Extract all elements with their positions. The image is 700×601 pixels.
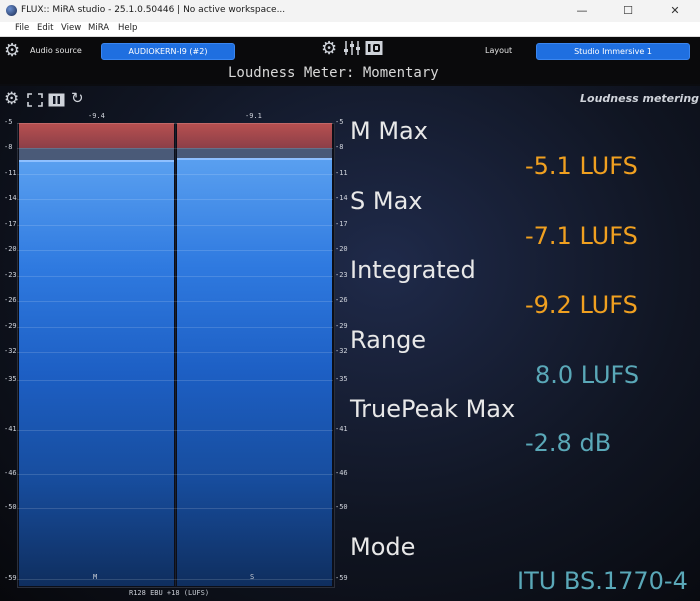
scale-tick-right: -20: [335, 245, 348, 253]
s-level-bar: [177, 157, 332, 586]
scale-tick-right: -35: [335, 375, 348, 383]
truepeak-label: TruePeak Max: [350, 395, 516, 423]
s-overload-zone: [177, 123, 332, 148]
menu-mira[interactable]: MiRA: [88, 23, 109, 33]
menu-file[interactable]: File: [15, 23, 29, 33]
m-level-bar: [19, 160, 174, 586]
scale-tick-left: -46: [4, 469, 17, 477]
grid-line: [17, 380, 333, 381]
m-max-label: M Max: [350, 117, 428, 145]
view-title: Loudness Meter: Momentary: [228, 65, 439, 81]
minimize-button[interactable]: —: [559, 0, 605, 22]
scale-tick-right: -59: [335, 574, 348, 582]
audio-source-label: Audio source: [30, 46, 82, 55]
scale-tick-left: -35: [4, 375, 17, 383]
m-max-value: -5.1 LUFS: [525, 152, 638, 180]
scale-tick-right: -26: [335, 296, 348, 304]
integrated-label: Integrated: [350, 256, 476, 284]
scale-tick-right: -17: [335, 220, 348, 228]
mode-label: Mode: [350, 533, 416, 561]
scale-tick-left: -8: [4, 143, 13, 151]
grid-line: [17, 327, 333, 328]
scale-tick-left: -41: [4, 425, 17, 433]
mode-value: ITU BS.1770-4: [517, 567, 688, 595]
menu-help[interactable]: Help: [118, 23, 137, 33]
grid-line: [17, 352, 333, 353]
window-title: FLUX:: MiRA studio - 25.1.0.50446 | No a…: [21, 5, 286, 15]
panel-header: Loudness metering: [580, 92, 700, 105]
grid-line: [17, 225, 333, 226]
scale-tick-left: -29: [4, 322, 17, 330]
scale-tick-left: -20: [4, 245, 17, 253]
meter-scale-caption: R128 EBU +18 (LUFS): [129, 589, 210, 597]
grid-line: [17, 148, 333, 149]
view-title-bar: Loudness Meter: Momentary: [0, 62, 700, 84]
scale-tick-right: -5: [335, 118, 344, 126]
truepeak-value: -2.8 dB: [525, 429, 612, 457]
s-peak-label: -9.1: [245, 112, 262, 120]
reset-icon[interactable]: ↻: [71, 89, 84, 107]
scale-tick-right: -14: [335, 194, 348, 202]
grid-line: [17, 430, 333, 431]
scale-tick-right: -41: [335, 425, 348, 433]
grid-line: [17, 508, 333, 509]
scale-tick-right: -32: [335, 347, 348, 355]
s-max-label: S Max: [350, 187, 423, 215]
top-toolbar: ⚙ Audio source AUDIOKERN-I9 (#2) ⚙ Layou…: [0, 37, 700, 65]
layout-label: Layout: [485, 46, 513, 55]
s-peak-marker: [177, 157, 332, 160]
range-label: Range: [350, 326, 427, 354]
m-headroom-zone: [19, 148, 174, 161]
audio-source-select[interactable]: AUDIOKERN-I9 (#2): [101, 43, 235, 60]
app-icon: [6, 5, 17, 16]
close-button[interactable]: ✕: [652, 0, 698, 22]
scale-tick-right: -50: [335, 503, 348, 511]
m-overload-zone: [19, 123, 174, 148]
io-icon[interactable]: [365, 40, 383, 56]
scale-tick-right: -29: [335, 322, 348, 330]
settings-gear-icon[interactable]: ⚙: [4, 40, 20, 61]
grid-line: [17, 123, 333, 124]
grid-line: [17, 174, 333, 175]
grid-line: [17, 301, 333, 302]
s-max-value: -7.1 LUFS: [525, 222, 638, 250]
layout-select[interactable]: Studio Immersive 1: [536, 43, 690, 60]
panel-settings-gear-icon[interactable]: ⚙: [4, 89, 19, 109]
menu-bar: File Edit View MiRA Help: [0, 22, 700, 37]
pause-icon[interactable]: [48, 92, 65, 107]
maximize-button[interactable]: ☐: [605, 0, 651, 22]
grid-line: [17, 250, 333, 251]
scale-tick-right: -8: [335, 143, 344, 151]
channel-divider: [175, 123, 176, 586]
scale-tick-left: -5: [4, 118, 13, 126]
scale-tick-left: -14: [4, 194, 17, 202]
scale-tick-left: -50: [4, 503, 17, 511]
scale-tick-left: -17: [4, 220, 17, 228]
scale-tick-left: -23: [4, 271, 17, 279]
scale-tick-right: -23: [335, 271, 348, 279]
window-titlebar: FLUX:: MiRA studio - 25.1.0.50446 | No a…: [0, 0, 700, 22]
m-peak-marker: [19, 160, 174, 163]
integrated-value: -9.2 LUFS: [525, 291, 638, 319]
grid-line: [17, 474, 333, 475]
scale-tick-left: -26: [4, 296, 17, 304]
menu-view[interactable]: View: [61, 23, 81, 33]
scale-tick-left: -59: [4, 574, 17, 582]
grid-line: [17, 199, 333, 200]
menu-edit[interactable]: Edit: [37, 23, 53, 33]
scale-tick-left: -32: [4, 347, 17, 355]
m-peak-label: -9.4: [88, 112, 105, 120]
scale-tick-right: -46: [335, 469, 348, 477]
gear-icon[interactable]: ⚙: [321, 38, 337, 59]
s-headroom-zone: [177, 148, 332, 158]
scale-tick-right: -11: [335, 169, 348, 177]
range-value: 8.0 LUFS: [535, 361, 640, 389]
mixer-sliders-icon[interactable]: [343, 40, 361, 56]
fullscreen-icon[interactable]: [27, 92, 43, 107]
scale-tick-left: -11: [4, 169, 17, 177]
grid-line: [17, 276, 333, 277]
grid-line: [17, 579, 333, 580]
